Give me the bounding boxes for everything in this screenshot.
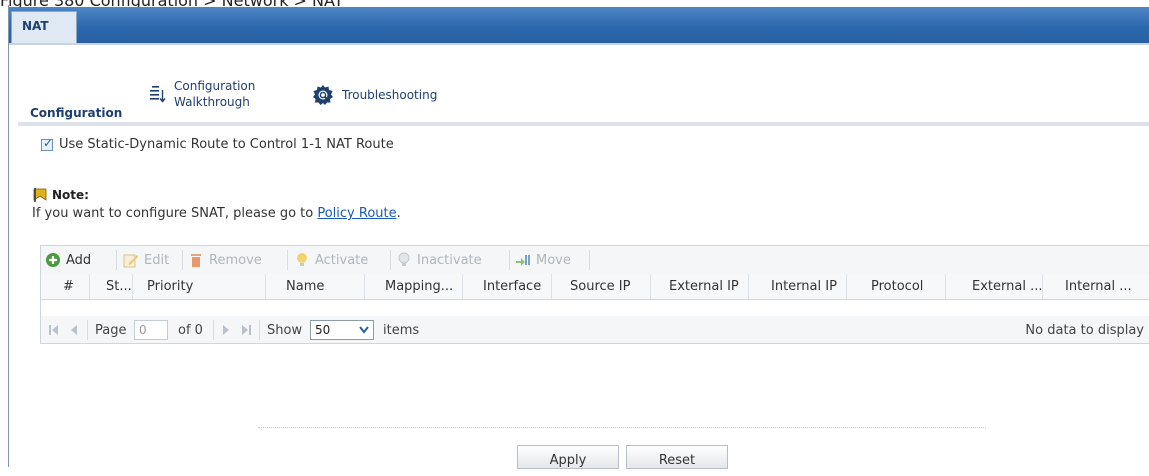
show-label: Show	[267, 322, 303, 338]
page-size-wrap: 50	[310, 320, 374, 340]
last-page-button[interactable]	[239, 320, 253, 340]
pager-separator	[213, 320, 214, 340]
inactivate-label: Inactivate	[417, 252, 482, 268]
page-input-wrap: 0	[134, 320, 168, 340]
column-header-status[interactable]: St...	[90, 274, 133, 299]
tab-underline	[9, 43, 1149, 45]
toolbar-separator	[390, 250, 391, 270]
move-icon	[516, 255, 530, 266]
column-header-number[interactable]: #	[41, 274, 90, 299]
note-header: Note:	[32, 187, 89, 203]
window-frame	[8, 5, 1149, 467]
toolbar-separator	[182, 250, 183, 270]
column-header-name[interactable]: Name	[266, 274, 365, 299]
page-count-label: of 0	[178, 322, 203, 338]
grid-header: # St... Priority Name Mapping... Interfa…	[41, 274, 1149, 300]
add-icon	[46, 253, 60, 267]
toolbar-separator	[589, 250, 590, 270]
troubleshooting-button[interactable]: Troubleshooting	[312, 84, 437, 106]
troubleshooting-icon	[313, 85, 333, 105]
note-icon	[33, 188, 47, 202]
note-suffix: .	[396, 206, 401, 221]
column-header-mapping[interactable]: Mapping...	[365, 274, 463, 299]
walkthrough-label-line1: Configuration	[174, 79, 256, 93]
column-header-source-ip[interactable]: Source IP	[552, 274, 651, 299]
page-size-select[interactable]: 50	[310, 320, 374, 340]
toolbar-separator	[287, 250, 288, 270]
column-header-protocol[interactable]: Protocol	[847, 274, 946, 299]
configuration-walkthrough-button[interactable]: Configuration Walkthrough	[150, 78, 255, 110]
empty-message: No data to display	[1025, 323, 1144, 338]
reset-button[interactable]: Reset	[626, 445, 728, 469]
static-dynamic-option: Use Static-Dynamic Route to Control 1-1 …	[41, 136, 394, 152]
column-header-external-port[interactable]: External ...	[946, 274, 1043, 299]
static-dynamic-label: Use Static-Dynamic Route to Control 1-1 …	[59, 137, 394, 152]
column-header-external-ip[interactable]: External IP	[651, 274, 749, 299]
next-page-icon	[223, 325, 229, 335]
first-page-icon	[49, 325, 58, 335]
edit-label: Edit	[144, 252, 170, 268]
note-text: If you want to configure SNAT, please go…	[32, 206, 401, 221]
column-header-interface[interactable]: Interface	[463, 274, 552, 299]
page-label: Page	[95, 322, 127, 338]
move-label: Move	[536, 252, 571, 268]
column-header-priority[interactable]: Priority	[133, 274, 266, 299]
section-label: Configuration	[30, 106, 123, 120]
apply-button[interactable]: Apply	[517, 445, 619, 469]
activate-label: Activate	[315, 252, 369, 268]
inactivate-button[interactable]: Inactivate	[396, 250, 482, 270]
toolbar-separator	[116, 250, 117, 270]
first-page-button[interactable]	[47, 320, 61, 340]
section-divider	[18, 122, 1149, 126]
edit-button[interactable]: Edit	[123, 250, 169, 270]
footer-divider	[258, 427, 986, 429]
page-size-value: 50	[315, 323, 331, 337]
note-prefix: If you want to configure SNAT, please go…	[32, 206, 318, 221]
tab-nat[interactable]: NAT	[11, 11, 77, 43]
policy-route-link[interactable]: Policy Route	[317, 206, 396, 221]
tab-bar: NAT	[9, 7, 1149, 43]
lightbulb-off-icon	[398, 252, 410, 266]
walkthrough-icon	[150, 86, 166, 103]
remove-label: Remove	[209, 252, 262, 268]
toolbar-separator	[509, 250, 510, 270]
move-button[interactable]: Move	[515, 250, 571, 270]
remove-button[interactable]: Remove	[188, 250, 262, 270]
lightbulb-on-icon	[297, 253, 307, 266]
trash-icon	[191, 254, 201, 267]
prev-page-button[interactable]	[67, 320, 81, 340]
edit-icon	[123, 254, 139, 268]
last-page-icon	[242, 325, 251, 335]
activate-button[interactable]: Activate	[294, 250, 368, 270]
next-page-button[interactable]	[219, 320, 233, 340]
grid-pager: Page 0 of 0 Show 50 items No data to dis…	[40, 316, 1149, 344]
column-header-internal-port[interactable]: Internal ...	[1043, 274, 1149, 299]
add-button[interactable]: Add	[45, 250, 91, 270]
nat-rules-grid: Add Edit Remove Activate Inactivate Move	[40, 245, 1149, 320]
add-label: Add	[66, 252, 92, 268]
grid-toolbar: Add Edit Remove Activate Inactivate Move	[41, 246, 1149, 275]
page-number-input[interactable]: 0	[134, 320, 168, 340]
troubleshooting-label: Troubleshooting	[342, 88, 438, 102]
note-title: Note:	[52, 188, 89, 202]
walkthrough-label-line2: Walkthrough	[174, 95, 250, 109]
static-dynamic-checkbox[interactable]	[41, 136, 53, 151]
column-header-internal-ip[interactable]: Internal IP	[749, 274, 847, 299]
pager-separator	[87, 320, 88, 340]
config-toolbar: Configuration Configuration Walkthrough …	[18, 78, 1149, 122]
prev-page-icon	[71, 325, 77, 335]
items-label: items	[383, 322, 420, 338]
pager-separator	[259, 320, 260, 340]
chevron-down-icon	[359, 326, 369, 334]
